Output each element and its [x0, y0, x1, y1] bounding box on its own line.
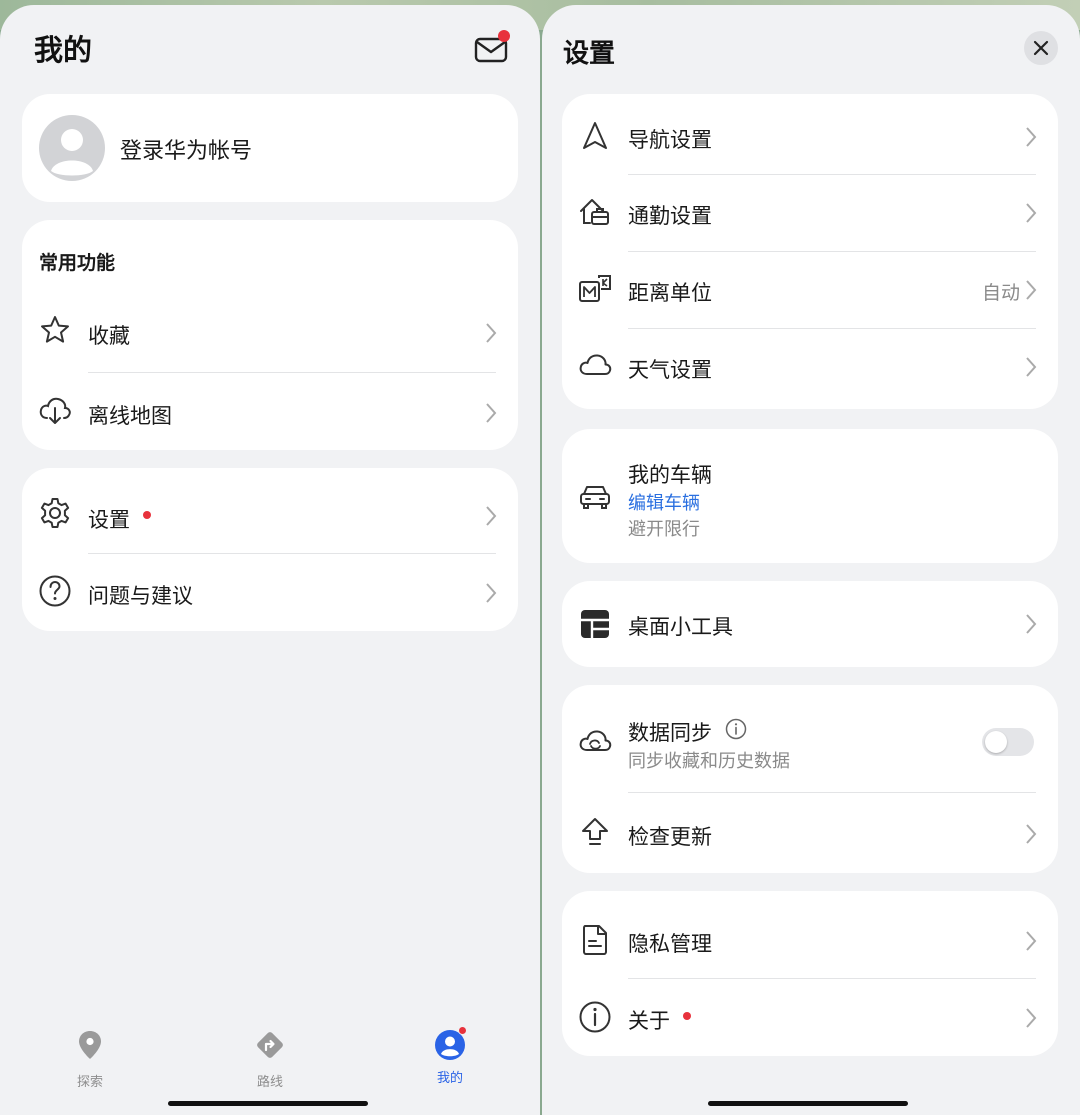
- vehicle-restriction-text: 避开限行: [628, 519, 700, 540]
- widget-card: 桌面小工具: [562, 581, 1058, 667]
- account-card[interactable]: 登录华为帐号: [22, 94, 518, 202]
- widget-item[interactable]: 桌面小工具: [562, 581, 1058, 667]
- settings-panel: 设置 导航设置 通勤设置 距离单位 自动 天气设置 我的车辆 编辑车辆 避开限行…: [542, 5, 1080, 1115]
- info-circle-icon: [579, 1001, 611, 1033]
- common-functions-card: 常用功能 收藏 离线地图: [22, 220, 518, 450]
- about-label: 关于: [628, 1009, 670, 1033]
- distance-unit-value: 自动: [982, 282, 1021, 304]
- chevron-right-icon: [486, 583, 497, 603]
- section-heading: 常用功能: [39, 252, 116, 274]
- privacy-about-card: 隐私管理 关于: [562, 891, 1058, 1056]
- document-icon: [583, 925, 607, 955]
- settings-title: 设置: [563, 39, 616, 69]
- data-sync-sub: 同步收藏和历史数据: [628, 751, 790, 772]
- vehicle-card[interactable]: 我的车辆 编辑车辆 避开限行: [562, 429, 1058, 563]
- check-update-label: 检查更新: [628, 825, 712, 849]
- chevron-right-icon: [1026, 127, 1037, 147]
- settings-item[interactable]: 设置: [22, 472, 518, 550]
- tab-me-badge: [458, 1026, 467, 1035]
- distance-unit-label: 距离单位: [628, 281, 712, 305]
- favorites-item[interactable]: 收藏: [22, 292, 518, 368]
- sync-toggle-knob: [985, 731, 1007, 753]
- chevron-right-icon: [1026, 614, 1037, 634]
- star-icon: [41, 316, 69, 343]
- commute-settings-item[interactable]: 通勤设置: [562, 174, 1058, 251]
- gear-icon: [40, 498, 70, 528]
- weather-settings-item[interactable]: 天气设置: [562, 328, 1058, 406]
- tab-me[interactable]: 我的: [405, 1026, 495, 1086]
- data-sync-label: 数据同步: [628, 721, 712, 745]
- tab-route[interactable]: 路线: [225, 1029, 315, 1090]
- navigation-settings-label: 导航设置: [628, 128, 712, 152]
- privacy-label: 隐私管理: [628, 932, 712, 956]
- tab-explore-label: 探索: [76, 1075, 103, 1090]
- sync-toggle[interactable]: [982, 728, 1034, 756]
- about-badge: [683, 1012, 691, 1020]
- chevron-right-icon: [486, 506, 497, 526]
- navigation-settings-card: 导航设置 通勤设置 距离单位 自动 天气设置: [562, 94, 1058, 409]
- feedback-item[interactable]: 问题与建议: [22, 553, 518, 629]
- edit-vehicle-link[interactable]: 编辑车辆: [628, 489, 700, 515]
- my-panel: 我的 登录华为帐号 常用功能 收藏 离线地图 设置 问题与建议 探索 路线 我的: [0, 5, 540, 1115]
- chevron-right-icon: [1026, 1008, 1037, 1028]
- widget-label: 桌面小工具: [628, 615, 733, 639]
- cloud-download-icon: [39, 397, 71, 424]
- car-icon: [580, 486, 610, 509]
- home-indicator: [168, 1101, 368, 1106]
- chevron-right-icon: [1026, 931, 1037, 951]
- sync-update-card: 数据同步 同步收藏和历史数据 检查更新: [562, 685, 1058, 873]
- close-button[interactable]: [1024, 31, 1058, 65]
- help-circle-icon: [39, 575, 71, 607]
- chevron-right-icon: [1026, 280, 1037, 300]
- cloud-sync-icon: [579, 730, 612, 751]
- chevron-right-icon: [486, 403, 497, 423]
- chevron-right-icon: [486, 323, 497, 343]
- navigation-settings-item[interactable]: 导航设置: [562, 94, 1058, 174]
- location-pin-icon: [79, 1031, 101, 1059]
- widget-icon: [581, 610, 609, 638]
- feedback-label: 问题与建议: [88, 584, 193, 608]
- weather-settings-label: 天气设置: [628, 358, 712, 382]
- offline-map-item[interactable]: 离线地图: [22, 372, 518, 448]
- info-icon[interactable]: [725, 718, 747, 740]
- route-icon: [257, 1032, 283, 1058]
- tab-route-label: 路线: [256, 1075, 283, 1090]
- login-label: 登录华为帐号: [120, 139, 253, 164]
- privacy-item[interactable]: 隐私管理: [562, 891, 1058, 973]
- mail-button[interactable]: [470, 29, 514, 69]
- about-item[interactable]: 关于: [562, 978, 1058, 1056]
- settings-label: 设置: [88, 508, 130, 532]
- distance-unit-item[interactable]: 距离单位 自动: [562, 251, 1058, 328]
- misc-card: 设置 问题与建议: [22, 468, 518, 631]
- mail-badge: [498, 30, 510, 42]
- chevron-right-icon: [1026, 357, 1037, 377]
- page-title: 我的: [34, 33, 93, 67]
- navigation-arrow-icon: [583, 122, 607, 149]
- favorites-label: 收藏: [88, 324, 130, 348]
- check-update-item[interactable]: 检查更新: [562, 792, 1058, 872]
- tab-me-label: 我的: [436, 1071, 463, 1086]
- upload-arrow-icon: [582, 818, 608, 845]
- chevron-right-icon: [1026, 203, 1037, 223]
- commute-settings-label: 通勤设置: [628, 204, 712, 228]
- offline-map-label: 离线地图: [88, 404, 172, 428]
- vehicle-label: 我的车辆: [628, 463, 712, 487]
- distance-unit-icon: [579, 275, 611, 302]
- close-icon: [1033, 40, 1049, 56]
- weather-cloud-icon: [579, 354, 612, 375]
- home-indicator: [708, 1101, 908, 1106]
- avatar-icon: [39, 115, 105, 181]
- settings-badge: [143, 511, 151, 519]
- tab-explore[interactable]: 探索: [45, 1029, 135, 1090]
- commute-icon: [580, 199, 609, 225]
- chevron-right-icon: [1026, 824, 1037, 844]
